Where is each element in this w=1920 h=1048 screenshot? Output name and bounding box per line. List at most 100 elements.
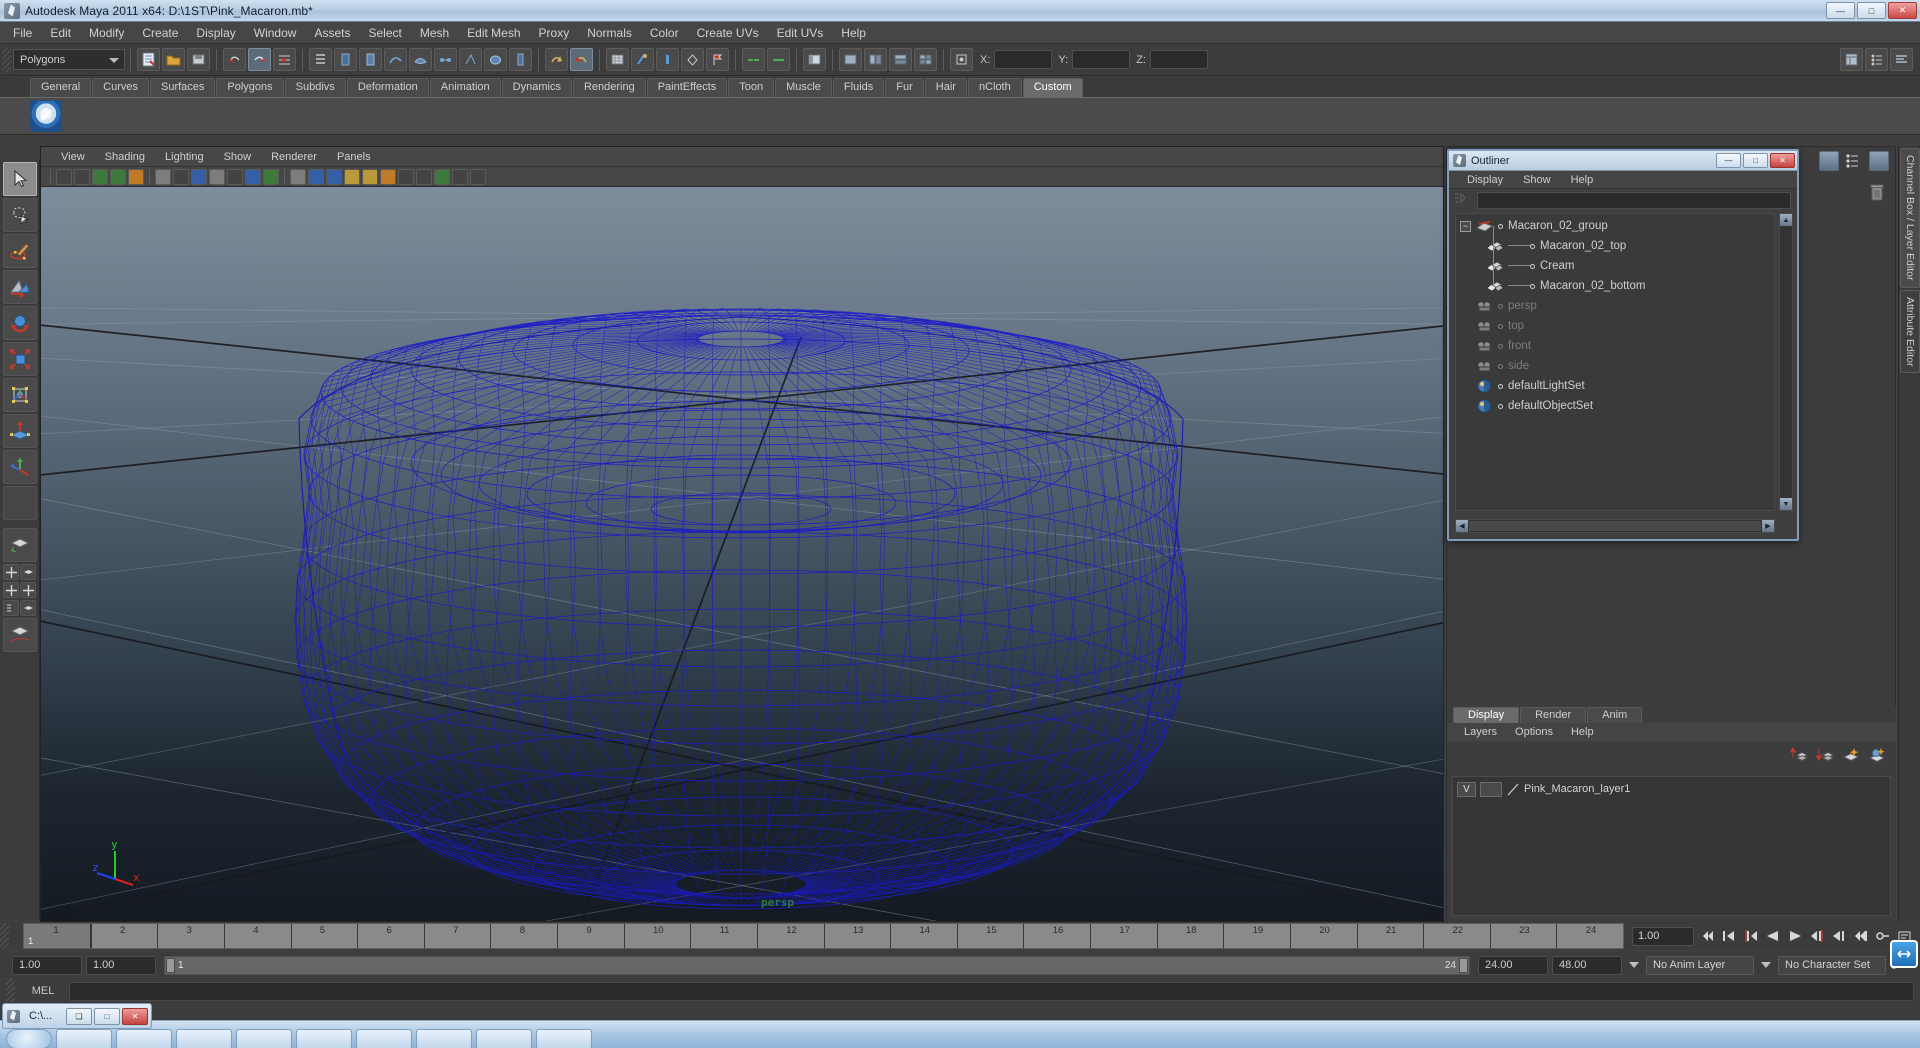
shelf-tab-custom[interactable]: Custom: [1022, 78, 1083, 97]
undo-icon[interactable]: [223, 48, 246, 71]
taskbar-item-7[interactable]: [416, 1029, 472, 1048]
outliner-menu-help[interactable]: Help: [1561, 173, 1604, 187]
layer-editor-tab-display[interactable]: Display: [1453, 707, 1520, 723]
soft-modification-tool[interactable]: [2, 414, 37, 448]
menu-proxy[interactable]: Proxy: [530, 24, 579, 42]
move-tool[interactable]: [2, 270, 37, 304]
viewport-menu-show[interactable]: Show: [214, 149, 262, 165]
construction-plane-icon[interactable]: [484, 48, 507, 71]
taskbar-item-3[interactable]: [176, 1029, 232, 1048]
layout-persp-icon[interactable]: [20, 564, 36, 580]
outliner-menu-show[interactable]: Show: [1513, 173, 1561, 187]
step-back-frame-button[interactable]: [1719, 927, 1738, 946]
select-component-icon[interactable]: [359, 48, 382, 71]
outliner-title-bar[interactable]: Outliner — □ ✕: [1449, 151, 1797, 171]
redo-icon[interactable]: [248, 48, 271, 71]
menu-select[interactable]: Select: [359, 24, 410, 42]
panel-layout-2-icon[interactable]: [864, 48, 887, 71]
layer-playback-toggle[interactable]: [1480, 781, 1502, 797]
snap-to-grid-icon[interactable]: [273, 48, 296, 71]
layer-list[interactable]: V Pink_Macaron_layer1: [1452, 776, 1891, 916]
trash-icon[interactable]: [1869, 183, 1885, 203]
exposure-icon[interactable]: [245, 168, 261, 185]
resolution-gate-icon[interactable]: [191, 168, 207, 185]
go-to-end-button[interactable]: [1851, 927, 1870, 946]
play-forwards-button[interactable]: [1785, 927, 1804, 946]
menu-create[interactable]: Create: [133, 24, 187, 42]
current-time-field[interactable]: 1.00: [1632, 926, 1694, 946]
layer-row[interactable]: V Pink_Macaron_layer1: [1453, 780, 1890, 798]
outliner-item[interactable]: Macaron_02_top: [1456, 236, 1774, 256]
panel-layout-3-icon[interactable]: [889, 48, 912, 71]
step-forward-key-button[interactable]: [1807, 927, 1826, 946]
play-backwards-button[interactable]: [1763, 927, 1782, 946]
layer-color-swatch[interactable]: [1506, 782, 1520, 797]
maximize-button[interactable]: □: [1857, 2, 1886, 19]
select-hierarchy-icon[interactable]: [309, 48, 332, 71]
time-slider-track[interactable]: 1 1 2 3 4 5 6 7 8 9 10 11 12 13 14 15 16 17 18 19 20 21 22 23 2…: [23, 923, 1624, 949]
bookmark-icon[interactable]: [92, 168, 108, 185]
taskbar-maximize-button[interactable]: □: [94, 1007, 120, 1025]
xray-icon[interactable]: [227, 168, 243, 185]
layout-single-perspective-icon[interactable]: [2, 528, 37, 562]
layout-persp-graph-icon[interactable]: [2, 618, 37, 652]
layer-name[interactable]: Pink_Macaron_layer1: [1524, 783, 1630, 795]
mel-command-input[interactable]: [69, 981, 1914, 1001]
use-all-lights-icon[interactable]: [398, 168, 414, 185]
move-layer-up-icon[interactable]: [1790, 746, 1808, 762]
time-slider-grip[interactable]: [0, 923, 9, 949]
x-input[interactable]: [994, 50, 1053, 69]
taskbar-minimize-button[interactable]: ❏: [66, 1007, 92, 1025]
panel-layout-4-icon[interactable]: [914, 48, 937, 71]
taskbar-item-5[interactable]: [296, 1029, 352, 1048]
taskbar-item-2[interactable]: [116, 1029, 172, 1048]
snap-view-icon[interactable]: [459, 48, 482, 71]
menu-edit-uvs[interactable]: Edit UVs: [768, 24, 833, 42]
layer-menu-options[interactable]: Options: [1506, 725, 1562, 739]
range-slider-bar[interactable]: 1 24: [164, 955, 1470, 975]
playback-end-time-field[interactable]: 24.00: [1478, 955, 1548, 975]
outliner-item[interactable]: top: [1456, 316, 1774, 336]
shelf-tab-muscle[interactable]: Muscle: [775, 78, 832, 97]
taskbar-item-1[interactable]: [56, 1029, 112, 1048]
outliner-item[interactable]: − Macaron_02_group: [1456, 216, 1774, 236]
scale-tool[interactable]: [2, 342, 37, 376]
playback-start-time-field[interactable]: 1.00: [86, 955, 156, 975]
menu-create-uvs[interactable]: Create UVs: [688, 24, 768, 42]
tool-settings-toggle-icon[interactable]: [1890, 48, 1913, 71]
history-on-icon[interactable]: [545, 48, 568, 71]
xray-joints-icon[interactable]: [470, 168, 486, 185]
minimize-button[interactable]: —: [1826, 2, 1855, 19]
render-settings-icon[interactable]: [681, 48, 704, 71]
layout-three-pane-icon[interactable]: [20, 582, 36, 598]
shelf-item-custom-tool[interactable]: ✔: [30, 100, 62, 132]
image-plane-icon[interactable]: [110, 168, 126, 185]
menu-help[interactable]: Help: [832, 24, 875, 42]
layer-menu-help[interactable]: Help: [1562, 725, 1603, 739]
menu-color[interactable]: Color: [641, 24, 688, 42]
outliner-horizontal-scrollbar[interactable]: ◀ ▶: [1455, 519, 1775, 533]
shelf-tab-fluids[interactable]: Fluids: [832, 78, 885, 97]
smooth-shade-all-icon[interactable]: [308, 168, 324, 185]
show-manipulator-icon[interactable]: [742, 48, 765, 71]
menu-normals[interactable]: Normals: [578, 24, 641, 42]
snap-point-icon[interactable]: [434, 48, 457, 71]
render-sequence-icon[interactable]: [631, 48, 654, 71]
anim-layer-field[interactable]: No Anim Layer: [1646, 955, 1754, 975]
step-forward-frame-button[interactable]: [1829, 927, 1848, 946]
close-button[interactable]: ✕: [1888, 2, 1917, 19]
shelf-tab-hair[interactable]: Hair: [924, 78, 967, 97]
outliner-tree[interactable]: − Macaron_02_group Macaron_02_top Cream Maca…: [1455, 213, 1775, 511]
layer-visibility-toggle[interactable]: V: [1457, 781, 1476, 797]
attribute-editor-toggle-icon[interactable]: [1865, 48, 1888, 71]
range-right-handle[interactable]: [1459, 957, 1468, 973]
outliner-item[interactable]: Macaron_02_bottom: [1456, 276, 1774, 296]
shelf-tab-deformation[interactable]: Deformation: [346, 78, 429, 97]
taskbar-item-6[interactable]: [356, 1029, 412, 1048]
select-object-icon[interactable]: [334, 48, 357, 71]
isolate-select-icon[interactable]: [452, 168, 468, 185]
outliner-menu-display[interactable]: Display: [1457, 173, 1513, 187]
shelf-tab-dynamics[interactable]: Dynamics: [501, 78, 572, 97]
last-tool-used[interactable]: [2, 450, 37, 484]
outliner-close-button[interactable]: ✕: [1770, 153, 1795, 168]
